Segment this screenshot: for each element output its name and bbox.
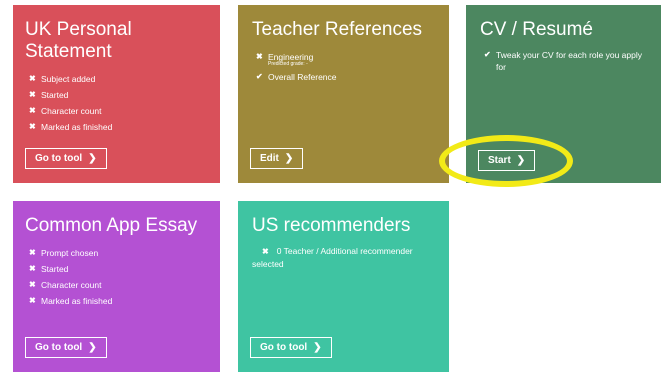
card-title: US recommenders — [252, 215, 411, 236]
checklist-item: ✖ Marked as finished — [25, 293, 208, 309]
checklist-item: ✖ Marked as finished — [25, 119, 208, 135]
card-uk-personal-statement: UK Personal Statement ✖ Subject added ✖ St… — [13, 5, 220, 183]
go-to-tool-button[interactable]: Go to tool ❯ — [250, 337, 332, 358]
chevron-right-icon: ❯ — [88, 341, 97, 353]
card-us-recommenders: US recommenders ✖ 0 Teacher / Additional … — [238, 201, 449, 372]
go-to-tool-button[interactable]: Go to tool ❯ — [25, 337, 107, 358]
checklist-item: ✖ Character count — [25, 277, 208, 293]
predicted-grade: Predicted grade: - — [268, 61, 308, 67]
recommender-status: ✖ 0 Teacher / Additional recommender sele… — [252, 246, 413, 269]
card-title: UK Personal Statement — [25, 19, 132, 62]
checklist-item: ✔ Tweak your CV for each role you apply f… — [484, 50, 642, 72]
card-teacher-references: Teacher References ✖ Engineering Predicted… — [238, 5, 449, 183]
checklist: ✖ Engineering Predicted grade: - ✔ Overall … — [252, 49, 435, 85]
check-icon: ✔ — [484, 50, 491, 59]
card-cv-resume: CV / Resumé ✔ Tweak your CV for each role… — [466, 5, 661, 183]
go-to-tool-button[interactable]: Go to tool ❯ — [25, 148, 107, 169]
checklist: ✖ Prompt chosen ✖ Started ✖ Character count… — [25, 245, 208, 309]
cross-icon: ✖ — [29, 106, 36, 115]
checklist-item: ✖ Subject added — [25, 71, 208, 87]
cross-icon: ✖ — [29, 248, 36, 257]
chevron-right-icon: ❯ — [88, 152, 97, 164]
edit-button[interactable]: Edit ❯ — [250, 148, 304, 169]
cross-icon: ✖ — [29, 264, 36, 273]
checklist-item: ✖ Prompt chosen — [25, 245, 208, 261]
cross-icon: ✖ — [29, 296, 36, 305]
checklist: ✖ Subject added ✖ Started ✖ Character count… — [25, 71, 208, 135]
chevron-right-icon: ❯ — [284, 152, 294, 164]
card-common-app-essay: Common App Essay ✖ Prompt chosen ✖ Started… — [13, 201, 220, 372]
card-title: Teacher References — [252, 19, 423, 40]
cross-icon: ✖ — [262, 247, 269, 256]
card-title: Common App Essay — [25, 215, 198, 236]
checklist-item: ✖ Started — [25, 87, 208, 103]
checklist-item: ✖ Engineering Predicted grade: - — [252, 49, 435, 67]
checklist-item: ✔ Overall Reference — [252, 69, 435, 85]
chevron-right-icon: ❯ — [516, 154, 526, 166]
checklist-item: ✖ Started — [25, 261, 208, 277]
cross-icon: ✖ — [29, 122, 36, 131]
start-button[interactable]: Start ❯ — [478, 150, 536, 171]
checklist-item: ✖ Character count — [25, 103, 208, 119]
cross-icon: ✖ — [29, 280, 36, 289]
chevron-right-icon: ❯ — [313, 341, 322, 353]
checklist: ✔ Tweak your CV for each role you apply f… — [480, 49, 647, 73]
cross-icon: ✖ — [29, 90, 36, 99]
card-title: CV / Resumé — [480, 19, 593, 40]
cross-icon: ✖ — [256, 52, 263, 61]
cross-icon: ✖ — [29, 74, 36, 83]
check-icon: ✔ — [256, 72, 263, 81]
